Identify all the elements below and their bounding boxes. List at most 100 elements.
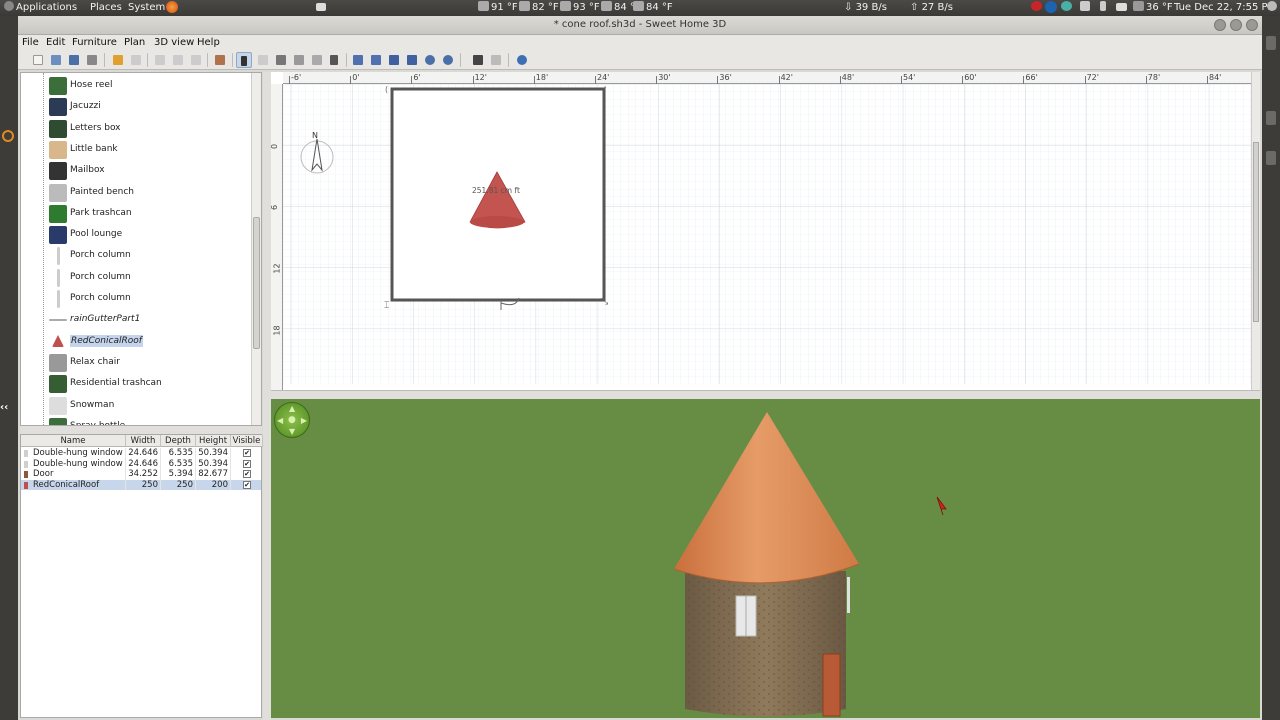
nav-center-icon[interactable]: ●	[288, 415, 296, 425]
help-button[interactable]	[514, 52, 530, 68]
workspace-button[interactable]	[1266, 36, 1276, 50]
session-power-icon[interactable]	[1267, 1, 1279, 15]
menu-edit[interactable]: Edit	[46, 37, 65, 48]
window-titlebar[interactable]: * cone roof.sh3d - Sweet Home 3D	[18, 16, 1262, 35]
menu-furniture[interactable]: Furniture	[72, 37, 117, 48]
table-row[interactable]: Door 34.252 5.394 82.677 ✔	[21, 469, 261, 480]
create-rooms-button[interactable]	[291, 52, 307, 68]
catalog-item[interactable]: Painted bench	[21, 182, 251, 203]
plan-vertical-scrollbar[interactable]	[1251, 72, 1260, 390]
plan-3d-splitter[interactable]	[271, 390, 1260, 399]
cut-button[interactable]	[152, 52, 168, 68]
visible-checkbox[interactable]: ✔	[243, 449, 251, 457]
workspace-button[interactable]	[1266, 151, 1276, 165]
3d-navigation-control[interactable]: ▲ ▼ ◀ ▶ ●	[274, 402, 310, 438]
minimize-button[interactable]	[1214, 19, 1226, 31]
column-header-visible[interactable]: Visible	[231, 435, 263, 447]
pan-mode-button[interactable]	[255, 52, 271, 68]
nav-down-arrow-icon[interactable]: ▼	[289, 427, 295, 436]
catalog-item[interactable]: Park trashcan	[21, 203, 251, 224]
save-button[interactable]	[66, 52, 82, 68]
clock[interactable]: Tue Dec 22, 7:55 PM	[1174, 1, 1276, 15]
network-icon[interactable]	[1061, 1, 1074, 15]
hp-icon[interactable]	[1045, 1, 1059, 17]
table-row[interactable]: RedConicalRoof 250 250 200 ✔	[21, 479, 261, 490]
redo-button[interactable]	[128, 52, 144, 68]
network-wired-icon[interactable]	[1080, 1, 1092, 15]
vertical-splitter[interactable]	[263, 72, 271, 720]
select-mode-button[interactable]	[236, 52, 252, 68]
weather-item-1[interactable]: 91 °F	[478, 1, 518, 15]
add-text-button[interactable]	[327, 52, 343, 68]
new-home-button[interactable]	[30, 52, 46, 68]
undo-button[interactable]	[110, 52, 126, 68]
add-furniture-button[interactable]	[212, 52, 228, 68]
plan-view[interactable]: ⌶ ⤡ ( • N 251.81 cm ft -6' 0' 6' 12' 18' 24' 3…	[271, 72, 1260, 390]
open-button[interactable]	[48, 52, 64, 68]
catalog-item[interactable]: Spray bottle	[21, 416, 251, 425]
firefox-launcher-icon[interactable]	[166, 1, 180, 17]
visible-checkbox[interactable]: ✔	[243, 470, 251, 478]
bold-text-button[interactable]	[386, 52, 402, 68]
zoom-in-button[interactable]	[422, 52, 438, 68]
places-menu[interactable]: Places	[90, 1, 122, 15]
menu-plan[interactable]: Plan	[124, 37, 145, 48]
weather-item-3[interactable]: 93 °F	[560, 1, 600, 15]
create-walls-button[interactable]	[273, 52, 289, 68]
catalog-item[interactable]: Snowman	[21, 395, 251, 416]
table-row[interactable]: Double-hung window 24.646 6.535 50.394 ✔	[21, 448, 261, 459]
collapse-arrows-icon[interactable]: ‹‹	[0, 402, 8, 413]
weather-item-5[interactable]: 84 °F	[633, 1, 673, 15]
net-up-indicator[interactable]: ⇧ 27 B/s	[910, 1, 953, 15]
close-button[interactable]	[1246, 19, 1258, 31]
maximize-button[interactable]	[1230, 19, 1242, 31]
catalog-item[interactable]: Jacuzzi	[21, 96, 251, 117]
zoom-out-button[interactable]	[440, 52, 456, 68]
catalog-scrollbar[interactable]	[251, 73, 261, 425]
menu-3d-view[interactable]: 3D view	[154, 37, 194, 48]
weather-status[interactable]: 36 °F	[1133, 1, 1173, 15]
catalog-item[interactable]: Porch column	[21, 267, 251, 288]
nav-up-arrow-icon[interactable]: ▲	[289, 404, 295, 413]
column-header-depth[interactable]: Depth	[161, 435, 196, 447]
microphone-icon[interactable]	[1100, 1, 1108, 15]
power-icon[interactable]	[1031, 1, 1044, 15]
plan-scroll-thumb[interactable]	[1253, 142, 1259, 322]
column-header-height[interactable]: Height	[196, 435, 231, 447]
catalog-item[interactable]: RedConicalRoof	[21, 331, 251, 352]
catalog-item[interactable]: rainGutterPart1	[21, 309, 251, 330]
create-photo-button[interactable]	[470, 52, 486, 68]
applications-menu[interactable]: Applications	[4, 1, 77, 15]
table-row[interactable]: Double-hung window 24.646 6.535 50.394 ✔	[21, 458, 261, 469]
create-video-button[interactable]	[488, 52, 504, 68]
catalog-table-splitter[interactable]	[20, 426, 262, 434]
catalog-item[interactable]: Relax chair	[21, 352, 251, 373]
paste-button[interactable]	[188, 52, 204, 68]
visible-checkbox[interactable]: ✔	[243, 480, 251, 489]
catalog-item[interactable]: Hose reel	[21, 75, 251, 96]
nav-right-arrow-icon[interactable]: ▶	[301, 416, 307, 425]
column-header-width[interactable]: Width	[126, 435, 161, 447]
increase-text-button[interactable]	[350, 52, 366, 68]
catalog-item[interactable]: Residential trashcan	[21, 373, 251, 394]
italic-text-button[interactable]	[404, 52, 420, 68]
menu-file[interactable]: File	[22, 37, 39, 48]
window-list-icon[interactable]	[316, 1, 328, 15]
create-dimensions-button[interactable]	[309, 52, 325, 68]
weather-item-2[interactable]: 82 °F	[519, 1, 559, 15]
catalog-item[interactable]: Mailbox	[21, 160, 251, 181]
catalog-item[interactable]: Letters box	[21, 118, 251, 139]
nav-left-arrow-icon[interactable]: ◀	[277, 416, 283, 425]
desktop-menu-label[interactable]: Menu	[0, 668, 3, 708]
net-down-indicator[interactable]: ⇩ 39 B/s	[844, 1, 887, 15]
visible-checkbox[interactable]: ✔	[243, 459, 251, 468]
mail-icon[interactable]	[1116, 1, 1129, 15]
furniture-table[interactable]: Name Width Depth Height Visible Double-h…	[20, 434, 263, 718]
decrease-text-button[interactable]	[368, 52, 384, 68]
catalog-item[interactable]: Little bank	[21, 139, 251, 160]
menu-help[interactable]: Help	[197, 37, 220, 48]
column-header-name[interactable]: Name	[21, 435, 126, 447]
furniture-catalog[interactable]: Hose reel Jacuzzi Letters box Little bank Ma…	[20, 72, 262, 426]
3d-view[interactable]: ▲ ▼ ◀ ▶ ●	[271, 399, 1260, 718]
catalog-item[interactable]: Porch column	[21, 245, 251, 266]
